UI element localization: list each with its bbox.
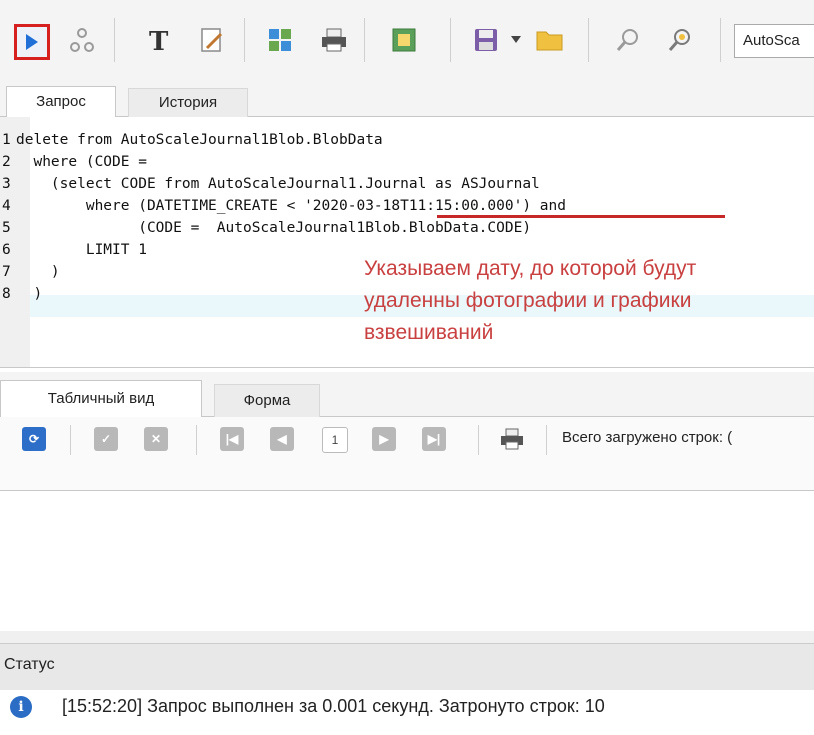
code-line: 3 (select CODE from AutoScaleJournal1.Jo… bbox=[2, 176, 540, 192]
print-icon bbox=[322, 28, 346, 52]
first-page-button[interactable]: |◀ bbox=[220, 427, 244, 451]
edit-button[interactable] bbox=[192, 20, 232, 60]
tab-table-view[interactable]: Табличный вид bbox=[0, 380, 202, 417]
status-message-row: i [15:52:20] Запрос выполнен за 0.001 се… bbox=[0, 690, 814, 735]
export-button[interactable] bbox=[384, 20, 424, 60]
rows-loaded-label: Всего загружено строк: ( bbox=[562, 429, 733, 446]
open-folder-button[interactable] bbox=[530, 20, 570, 60]
run-query-button[interactable] bbox=[14, 24, 50, 60]
print-button[interactable] bbox=[314, 20, 354, 60]
find-replace-button[interactable] bbox=[660, 20, 700, 60]
check-icon: ✓ bbox=[100, 432, 112, 446]
puzzle-icon bbox=[269, 29, 291, 51]
navigation-toolbar: ⟳ ✓ ✕ |◀ ◀ 1 ▶ ▶| Всего загружено строк:… bbox=[0, 417, 814, 461]
print-icon bbox=[501, 428, 523, 450]
find-replace-icon bbox=[668, 29, 690, 51]
results-grid[interactable] bbox=[0, 490, 814, 632]
schema-icon bbox=[70, 28, 94, 52]
splitter[interactable] bbox=[0, 631, 814, 643]
tab-form[interactable]: Форма bbox=[214, 384, 320, 417]
code-line: 6 LIMIT 1 bbox=[2, 242, 147, 258]
tab-query[interactable]: Запрос bbox=[6, 86, 116, 118]
prev-page-button[interactable]: ◀ bbox=[270, 427, 294, 451]
tab-history[interactable]: История bbox=[128, 88, 248, 117]
code-line: 7 ) bbox=[2, 264, 60, 280]
code-line: 2 where (CODE = bbox=[2, 154, 147, 170]
schema-button[interactable] bbox=[62, 20, 102, 60]
text-format-button[interactable]: T bbox=[140, 20, 180, 60]
open-folder-icon bbox=[536, 31, 563, 51]
page-number-field[interactable]: 1 bbox=[322, 427, 348, 453]
code-line: 8 ) bbox=[2, 286, 43, 302]
code-line: 5 (CODE = AutoScaleJournal1Blob.BlobData… bbox=[2, 220, 532, 236]
save-button[interactable] bbox=[466, 20, 506, 60]
status-title: Статус bbox=[4, 656, 55, 673]
run-icon bbox=[26, 34, 38, 50]
first-page-icon: |◀ bbox=[225, 432, 239, 446]
code-line: 4 where (DATETIME_CREATE < '2020-03-18T1… bbox=[2, 198, 566, 214]
save-icon bbox=[475, 29, 497, 51]
cancel-button[interactable]: ✕ bbox=[144, 427, 168, 451]
sql-editor[interactable]: 1 delete from AutoScaleJournal1Blob.BlobD… bbox=[0, 117, 814, 368]
next-page-button[interactable]: ▶ bbox=[372, 427, 396, 451]
print-results-button[interactable] bbox=[500, 427, 524, 451]
result-tabs: Табличный вид Форма bbox=[0, 372, 814, 417]
close-icon: ✕ bbox=[150, 432, 162, 446]
status-message: [15:52:20] Запрос выполнен за 0.001 секу… bbox=[62, 696, 605, 716]
annotation-line: Указываем дату, до которой будут bbox=[364, 257, 697, 280]
svg-text:T: T bbox=[149, 27, 169, 54]
puzzle-button[interactable] bbox=[260, 20, 300, 60]
date-underline bbox=[437, 215, 725, 218]
annotation-line: взвешиваний bbox=[364, 321, 494, 344]
prev-page-icon: ◀ bbox=[277, 432, 287, 446]
refresh-icon: ⟳ bbox=[28, 432, 40, 446]
query-tabs: Запрос История bbox=[0, 86, 814, 118]
find-button[interactable] bbox=[608, 20, 648, 60]
autoscale-combo[interactable]: AutoSca bbox=[734, 24, 814, 58]
toolbar-gap bbox=[0, 461, 814, 490]
code-line: 1 delete from AutoScaleJournal1Blob.BlobD… bbox=[2, 132, 383, 148]
next-page-icon: ▶ bbox=[379, 432, 389, 446]
main-toolbar: T AutoSca bbox=[0, 0, 814, 86]
status-panel-header: Статус bbox=[0, 643, 814, 691]
last-page-icon: ▶| bbox=[427, 432, 441, 446]
save-dropdown-button[interactable] bbox=[504, 20, 528, 60]
edit-icon bbox=[201, 28, 223, 52]
apply-button[interactable]: ✓ bbox=[94, 427, 118, 451]
find-icon bbox=[616, 29, 638, 51]
dropdown-icon bbox=[511, 36, 521, 43]
annotation-line: удаленны фотографии и графики bbox=[364, 289, 692, 312]
refresh-button[interactable]: ⟳ bbox=[22, 427, 46, 451]
info-icon: i bbox=[10, 696, 32, 718]
text-icon: T bbox=[149, 27, 169, 54]
export-icon bbox=[392, 28, 416, 52]
last-page-button[interactable]: ▶| bbox=[422, 427, 446, 451]
